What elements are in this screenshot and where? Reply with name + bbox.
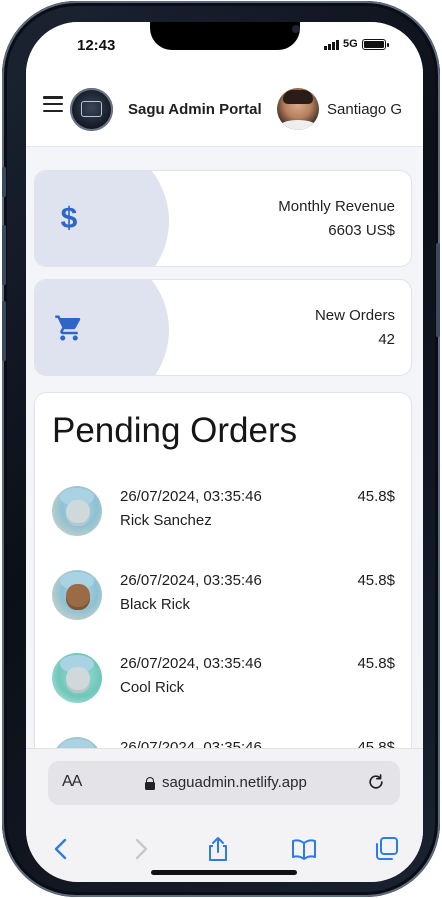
order-row[interactable]: 26/07/2024, 03:35:46 Rick Sanchez 45.8$ [35, 486, 411, 546]
hamburger-menu-icon[interactable] [43, 96, 63, 112]
app-logo[interactable] [70, 88, 113, 131]
cart-icon [53, 310, 85, 346]
phone-frame: 12:43 5G Sagu Admin Portal Santiago G $ … [2, 1, 440, 897]
monthly-revenue-card: $ Monthly Revenue 6603 US$ [34, 170, 412, 267]
home-indicator[interactable] [151, 870, 297, 875]
network-type: 5G [343, 38, 358, 50]
order-row[interactable]: 26/07/2024, 03:35:46 Cool Rick 45.8$ [35, 653, 411, 713]
status-bar: 12:43 5G [26, 22, 423, 74]
mute-switch [2, 167, 6, 197]
lock-icon [145, 777, 155, 790]
order-price: 45.8$ [357, 488, 395, 505]
phone-screen: 12:43 5G Sagu Admin Portal Santiago G $ … [26, 22, 423, 882]
order-row[interactable]: 26/07/2024, 03:35:46 Black Rick 45.8$ [35, 570, 411, 630]
pending-orders-panel: Pending Orders 26/07/2024, 03:35:46 Rick… [34, 392, 412, 762]
battery-icon [362, 39, 389, 50]
customer-name: Cool Rick [120, 679, 185, 696]
url-text[interactable]: saguadmin.netlify.app [162, 774, 307, 791]
stat-value: 6603 US$ [328, 222, 395, 239]
order-price: 45.8$ [357, 655, 395, 672]
signal-icon [324, 40, 339, 50]
bookmarks-icon[interactable] [290, 835, 318, 863]
share-icon[interactable] [204, 835, 232, 863]
order-price: 45.8$ [357, 572, 395, 589]
app-header: Sagu Admin Portal Santiago G [26, 74, 423, 147]
tabs-icon[interactable] [373, 835, 401, 863]
stat-label: Monthly Revenue [278, 198, 395, 215]
order-date: 26/07/2024, 03:35:46 [120, 488, 262, 505]
browser-toolbar: AA saguadmin.netlify.app [26, 748, 423, 882]
status-time: 12:43 [77, 37, 116, 54]
stat-value: 42 [378, 331, 395, 348]
customer-name: Black Rick [120, 596, 191, 613]
forward-icon[interactable] [126, 835, 154, 863]
customer-avatar [52, 570, 102, 620]
user-avatar[interactable] [277, 88, 319, 130]
reload-icon[interactable] [366, 772, 386, 792]
back-icon[interactable] [48, 835, 76, 863]
camera-icon [292, 25, 300, 33]
customer-avatar [52, 653, 102, 703]
order-date: 26/07/2024, 03:35:46 [120, 572, 262, 589]
stat-label: New Orders [314, 307, 395, 324]
power-button [436, 243, 440, 337]
text-size-button[interactable]: AA [62, 773, 82, 791]
new-orders-card: New Orders 42 [34, 279, 412, 376]
customer-avatar [52, 486, 102, 536]
address-bar[interactable]: AA saguadmin.netlify.app [48, 761, 400, 805]
dollar-icon: $ [60, 202, 78, 235]
customer-name: Rick Sanchez [120, 512, 212, 529]
user-name[interactable]: Santiago G [327, 101, 402, 118]
section-title: Pending Orders [52, 411, 298, 450]
notch [150, 22, 300, 50]
order-date: 26/07/2024, 03:35:46 [120, 655, 262, 672]
volume-up-button [2, 225, 6, 285]
volume-down-button [2, 301, 6, 361]
app-title: Sagu Admin Portal [128, 101, 262, 118]
